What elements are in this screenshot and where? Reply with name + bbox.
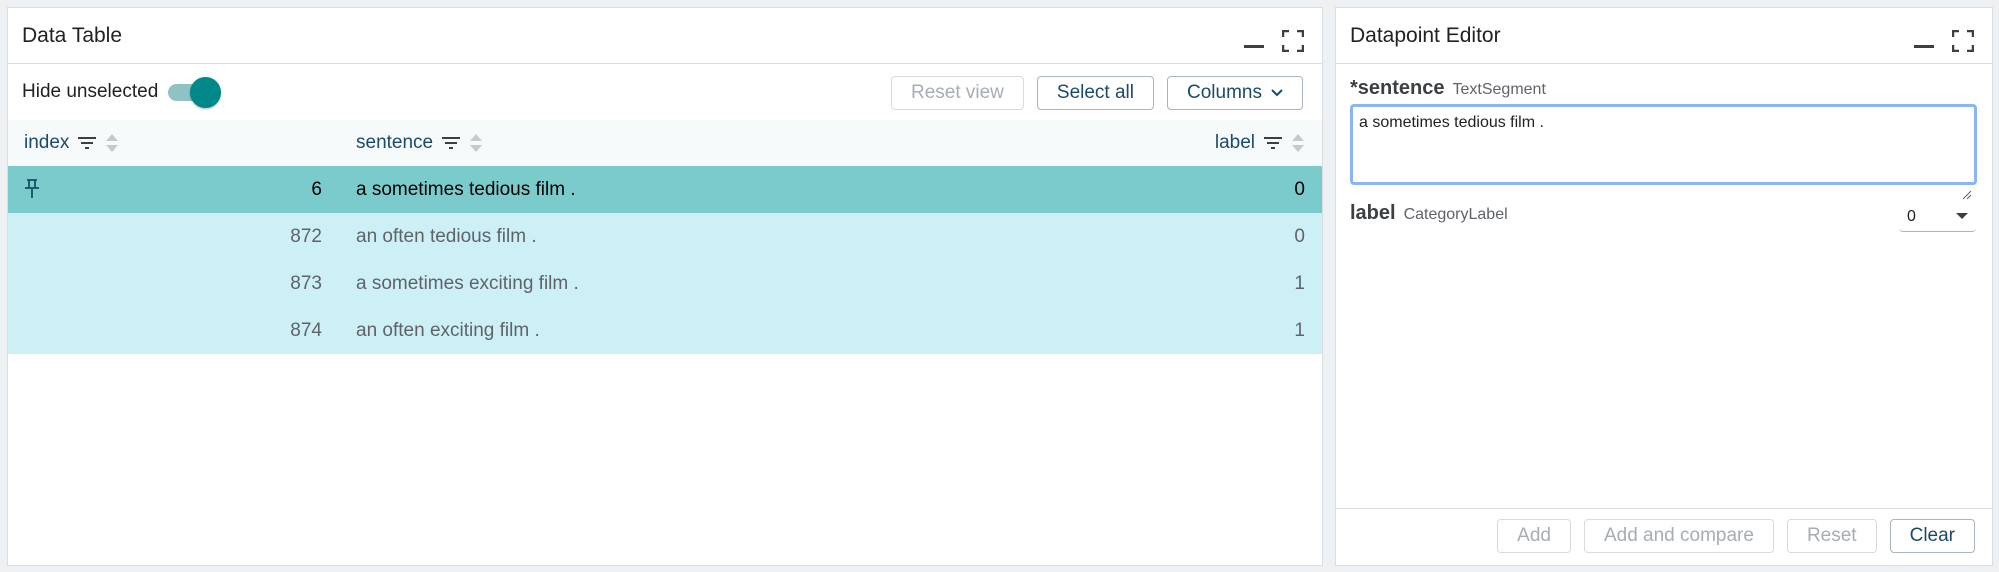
caret-down-icon xyxy=(1956,213,1968,219)
datapoint-editor-footer: Add Add and compare Reset Clear xyxy=(1336,508,1992,565)
table-row[interactable]: 6 a sometimes tedious film . 0 xyxy=(8,166,1322,213)
columns-button[interactable]: Columns xyxy=(1167,76,1303,110)
panel-title: Datapoint Editor xyxy=(1350,23,1501,47)
filter-icon[interactable] xyxy=(441,136,461,150)
hide-unselected-toggle[interactable] xyxy=(166,77,222,108)
column-header-label: label xyxy=(1214,132,1255,153)
sentence-textarea[interactable] xyxy=(1350,104,1977,185)
reset-view-button[interactable]: Reset view xyxy=(890,76,1024,110)
toggle-knob xyxy=(190,77,222,108)
datapoint-editor-panel: Datapoint Editor *sentence TextSegment la… xyxy=(1335,7,1993,566)
column-header-label-col[interactable]: label xyxy=(1215,132,1305,154)
cell-label: 0 xyxy=(1294,178,1305,200)
label-select-value: 0 xyxy=(1907,207,1916,225)
cell-label: 1 xyxy=(1294,319,1305,341)
table-row[interactable]: 872 an often tedious film . 0 xyxy=(8,213,1322,260)
minimize-icon[interactable] xyxy=(1244,45,1264,48)
footer-buttons: Add Add and compare Reset Clear xyxy=(1497,519,1975,553)
add-and-compare-button[interactable]: Add and compare xyxy=(1583,519,1774,553)
field-name: *sentence xyxy=(1350,77,1445,99)
table-row[interactable]: 874 an often exciting film . 1 xyxy=(8,307,1322,354)
maximize-icon[interactable] xyxy=(1952,30,1974,52)
data-table-toolbar: Hide unselected Reset view Select all Co… xyxy=(8,64,1322,120)
hide-unselected-label: Hide unselected xyxy=(22,81,159,102)
reset-button[interactable]: Reset xyxy=(1786,519,1877,553)
column-header-label: index xyxy=(24,132,70,153)
panel-title: Data Table xyxy=(22,23,123,47)
panel-controls xyxy=(1914,22,1974,52)
field-name: label xyxy=(1350,202,1396,224)
table-row[interactable]: 873 a sometimes exciting film . 1 xyxy=(8,260,1322,307)
chevron-down-icon xyxy=(1271,86,1283,100)
select-all-button[interactable]: Select all xyxy=(1036,76,1155,110)
cell-sentence: an often tedious film . xyxy=(356,225,537,247)
filter-icon[interactable] xyxy=(1263,136,1283,150)
column-header-sentence[interactable]: sentence xyxy=(356,132,483,154)
panel-controls xyxy=(1244,22,1304,52)
minimize-icon[interactable] xyxy=(1914,45,1934,48)
cell-index: 872 xyxy=(290,225,322,247)
datapoint-editor-header: Datapoint Editor xyxy=(1336,8,1992,64)
data-table: index sentence label 6 a sometimes tedio… xyxy=(8,120,1322,354)
data-table-panel: Data Table Hide unselected Reset view Se… xyxy=(7,7,1323,566)
cell-index: 873 xyxy=(290,272,322,294)
column-header-index[interactable]: index xyxy=(24,132,119,154)
sort-icon[interactable] xyxy=(469,132,483,154)
cell-sentence: an often exciting film . xyxy=(356,319,540,341)
cell-index: 6 xyxy=(311,178,322,200)
cell-sentence: a sometimes exciting film . xyxy=(356,272,579,294)
column-header-label: sentence xyxy=(356,132,434,153)
cell-label: 0 xyxy=(1294,225,1305,247)
field-type: TextSegment xyxy=(1452,81,1546,98)
add-button[interactable]: Add xyxy=(1497,519,1571,553)
data-table-header: Data Table xyxy=(8,8,1322,64)
label-field: label CategoryLabel 0 xyxy=(1336,202,1992,234)
field-type: CategoryLabel xyxy=(1403,206,1508,223)
columns-button-label: Columns xyxy=(1187,82,1262,103)
filter-icon[interactable] xyxy=(77,136,97,150)
sort-icon[interactable] xyxy=(105,132,119,154)
clear-button[interactable]: Clear xyxy=(1889,519,1975,553)
label-select[interactable]: 0 xyxy=(1899,202,1976,232)
cell-label: 1 xyxy=(1294,272,1305,294)
cell-index: 874 xyxy=(290,319,322,341)
sentence-field: *sentence TextSegment xyxy=(1336,77,1992,200)
cell-sentence: a sometimes tedious film . xyxy=(356,178,576,200)
maximize-icon[interactable] xyxy=(1282,30,1304,52)
pin-icon[interactable] xyxy=(24,178,40,206)
table-header-row: index sentence label xyxy=(8,120,1322,166)
sort-icon[interactable] xyxy=(1291,132,1305,154)
toolbar-buttons: Reset view Select all Columns xyxy=(890,76,1303,110)
